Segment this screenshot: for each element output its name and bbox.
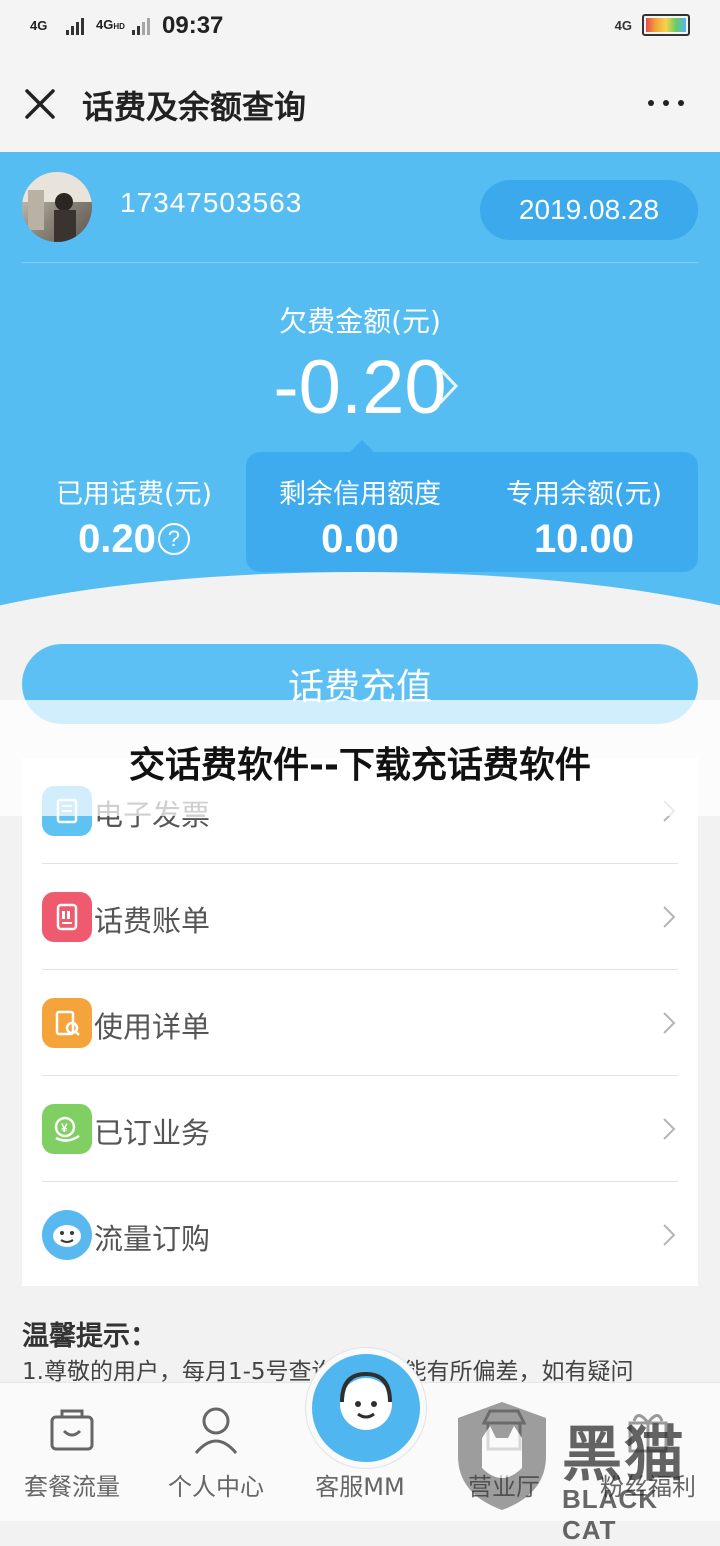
stat-special-balance-label: 专用余额(元) (505, 479, 663, 510)
chevron-right-icon (663, 1118, 676, 1140)
status-bar: 4G 4GHD 09:37 4G (0, 0, 720, 56)
menu-list: 电子发票 话费账单 使用详单 ¥ 已订业务 流量订购 (22, 758, 698, 1286)
status-left: 4G 4GHD 09:37 (30, 12, 223, 40)
menu-label: 已订业务 (94, 1116, 211, 1150)
black-cat-logo-icon (458, 1402, 546, 1510)
owed-label: 欠费金额(元) (279, 305, 441, 338)
stat-used-fee-value-wrap: 0.20? (22, 517, 246, 562)
stat-credit-value: 0.00 (321, 517, 399, 561)
stat-credit-label: 剩余信用额度 (279, 479, 441, 510)
balance-header: 17347503563 2019.08.28 欠费金额(元) -0.20 已用话… (0, 152, 720, 612)
overlay-title: 交话费软件--下载充话费软件 (129, 745, 591, 786)
battery-icon (642, 14, 690, 36)
menu-label: 话费账单 (94, 904, 211, 938)
package-icon (50, 1409, 94, 1451)
avatar[interactable] (22, 172, 92, 242)
phone-number: 17347503563 (120, 187, 303, 218)
network-4g-hd-label: 4GHD (96, 17, 125, 32)
date-selector[interactable]: 2019.08.28 (480, 180, 698, 240)
tab-package[interactable]: 套餐流量 (0, 1383, 144, 1521)
tab-label: 客服MM (315, 1473, 405, 1501)
svg-text:¥: ¥ (61, 1121, 68, 1135)
detail-list-icon (42, 998, 92, 1048)
signal-icon-2 (132, 17, 150, 35)
close-icon[interactable] (22, 86, 58, 122)
watermark-subtext: BLACK CAT (562, 1484, 658, 1545)
stat-used-fee: 已用话费(元) 0.20? (22, 472, 246, 562)
network-right-label: 4G (614, 17, 632, 33)
menu-item-data-order[interactable]: 流量订购 (22, 1182, 698, 1288)
header-curve (0, 572, 720, 612)
more-options-icon[interactable] (648, 100, 684, 106)
header-divider (22, 262, 698, 263)
person-icon (194, 1407, 238, 1454)
date-label: 2019.08.28 (518, 194, 660, 225)
watermark-text: 黑猫 (562, 1420, 686, 1490)
tab-personal-center[interactable]: 个人中心 (144, 1383, 288, 1521)
stat-special-balance: 专用余额(元) 10.00 (472, 472, 696, 562)
menu-label: 使用详单 (94, 1010, 211, 1044)
bill-icon (42, 892, 92, 942)
menu-label: 流量订购 (94, 1222, 211, 1256)
owed-amount[interactable]: -0.20 (0, 344, 720, 431)
tips-title: 温馨提示： (22, 1321, 157, 1352)
stat-credit: 剩余信用额度 0.00 (248, 472, 472, 562)
subscribed-service-icon: ¥ (42, 1104, 92, 1154)
clock: 09:37 (162, 12, 224, 39)
help-icon[interactable]: ? (157, 523, 190, 555)
status-right: 4G (615, 14, 690, 36)
stat-special-balance-value: 10.00 (533, 517, 635, 561)
customer-service-icon (340, 1371, 392, 1430)
network-4g-label: 4G (30, 18, 48, 33)
chevron-right-icon (663, 906, 676, 928)
signal-icon (66, 17, 84, 35)
chevron-right-icon (663, 1224, 676, 1246)
menu-item-usage-detail[interactable]: 使用详单 (22, 970, 698, 1076)
stat-used-fee-value: 0.20 (78, 517, 156, 561)
stat-used-fee-label: 已用话费(元) (55, 479, 213, 510)
page-title: 话费及余额查询 (82, 88, 307, 126)
chevron-right-icon (663, 1012, 676, 1034)
tab-label: 个人中心 (168, 1473, 264, 1501)
tab-label: 套餐流量 (24, 1473, 120, 1501)
chevron-right-icon[interactable] (436, 366, 460, 406)
menu-item-bill[interactable]: 话费账单 (22, 864, 698, 970)
customer-service-button[interactable] (306, 1348, 426, 1468)
menu-item-subscribed[interactable]: ¥ 已订业务 (22, 1076, 698, 1182)
stats-notch (350, 440, 374, 452)
data-order-icon (42, 1210, 92, 1260)
nav-bar: 话费及余额查询 (0, 56, 720, 152)
